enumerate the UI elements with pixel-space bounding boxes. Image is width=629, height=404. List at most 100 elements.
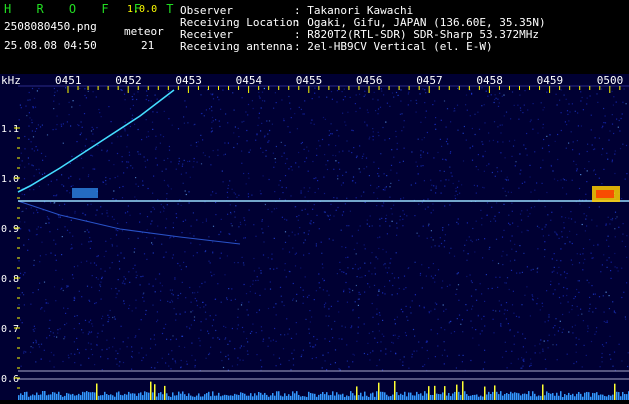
noise-speckle (279, 286, 282, 288)
noise-speckle (217, 96, 219, 98)
activity-bar (160, 392, 162, 400)
noise-speckle (30, 141, 32, 143)
noise-speckle (437, 269, 440, 271)
noise-speckle (511, 202, 513, 204)
noise-speckle (124, 121, 126, 123)
activity-bar (608, 394, 610, 400)
noise-speckle (434, 123, 436, 125)
noise-speckle (517, 104, 519, 106)
noise-speckle (145, 98, 147, 101)
noise-speckle (177, 297, 179, 299)
activity-bar (282, 396, 284, 400)
noise-speckle (199, 286, 201, 288)
noise-speckle (608, 308, 610, 310)
noise-speckle (505, 318, 507, 320)
noise-speckle (532, 295, 534, 297)
noise-speckle (576, 140, 578, 142)
noise-speckle (165, 168, 167, 170)
noise-speckle (376, 313, 378, 315)
noise-speckle (307, 213, 309, 215)
noise-speckle (275, 145, 277, 148)
noise-speckle (86, 260, 88, 262)
activity-bar (24, 392, 26, 400)
noise-speckle (560, 112, 562, 114)
noise-speckle (555, 93, 557, 95)
activity-bar (510, 391, 512, 400)
noise-speckle (263, 87, 265, 90)
noise-speckle (23, 350, 25, 352)
noise-speckle (521, 271, 523, 273)
noise-speckle (212, 191, 214, 193)
noise-speckle (610, 277, 612, 279)
activity-bar (382, 391, 384, 400)
noise-speckle (78, 352, 80, 354)
noise-speckle (552, 344, 554, 346)
noise-speckle (53, 94, 55, 97)
noise-speckle (220, 301, 222, 303)
noise-speckle (302, 349, 304, 351)
noise-speckle (603, 107, 605, 110)
activity-bar (504, 393, 506, 400)
noise-speckle (184, 346, 186, 348)
noise-speckle (601, 264, 603, 266)
noise-speckle (49, 360, 51, 362)
noise-speckle (475, 289, 477, 291)
noise-speckle (489, 246, 491, 248)
noise-speckle (440, 180, 442, 182)
noise-speckle (492, 309, 494, 311)
noise-speckle (567, 301, 569, 303)
noise-speckle (246, 350, 249, 352)
noise-speckle (230, 299, 232, 301)
noise-speckle (427, 198, 429, 200)
noise-speckle (184, 100, 186, 102)
activity-bar (334, 395, 336, 400)
noise-speckle (549, 134, 551, 136)
noise-speckle (413, 350, 415, 352)
noise-speckle (22, 274, 25, 276)
noise-speckle (290, 195, 292, 197)
noise-speckle (503, 229, 505, 231)
activity-bar (216, 395, 218, 400)
noise-speckle (548, 334, 550, 336)
noise-speckle (227, 213, 229, 215)
activity-bar (236, 394, 238, 400)
noise-speckle (609, 354, 611, 356)
noise-speckle (257, 279, 259, 281)
noise-speckle (460, 323, 462, 325)
activity-bar (58, 391, 60, 400)
noise-speckle (352, 353, 354, 355)
noise-speckle (529, 365, 531, 367)
noise-speckle (497, 98, 499, 100)
noise-speckle (345, 171, 347, 173)
noise-speckle (603, 254, 605, 256)
noise-speckle (192, 255, 194, 257)
noise-speckle (46, 302, 48, 304)
noise-speckle (519, 213, 522, 215)
noise-speckle (488, 140, 491, 142)
noise-speckle (76, 158, 78, 160)
noise-speckle (158, 273, 161, 275)
noise-speckle (117, 136, 119, 138)
noise-speckle (506, 254, 508, 256)
noise-speckle (526, 209, 528, 211)
noise-speckle (324, 118, 326, 120)
noise-speckle (569, 111, 571, 113)
noise-speckle (582, 269, 584, 271)
noise-speckle (471, 93, 473, 95)
noise-speckle (21, 187, 23, 189)
noise-speckle (548, 314, 550, 316)
noise-speckle (73, 341, 75, 343)
noise-speckle (608, 245, 610, 247)
noise-speckle (97, 144, 99, 147)
noise-speckle (111, 243, 113, 246)
activity-bar (398, 395, 400, 400)
noise-speckle (296, 293, 298, 295)
noise-speckle (578, 187, 581, 190)
noise-speckle (308, 328, 310, 330)
noise-speckle (267, 345, 269, 347)
noise-speckle (359, 267, 361, 269)
noise-speckle (220, 252, 222, 254)
noise-speckle (260, 147, 262, 149)
noise-speckle (611, 123, 614, 125)
noise-speckle (622, 223, 624, 225)
